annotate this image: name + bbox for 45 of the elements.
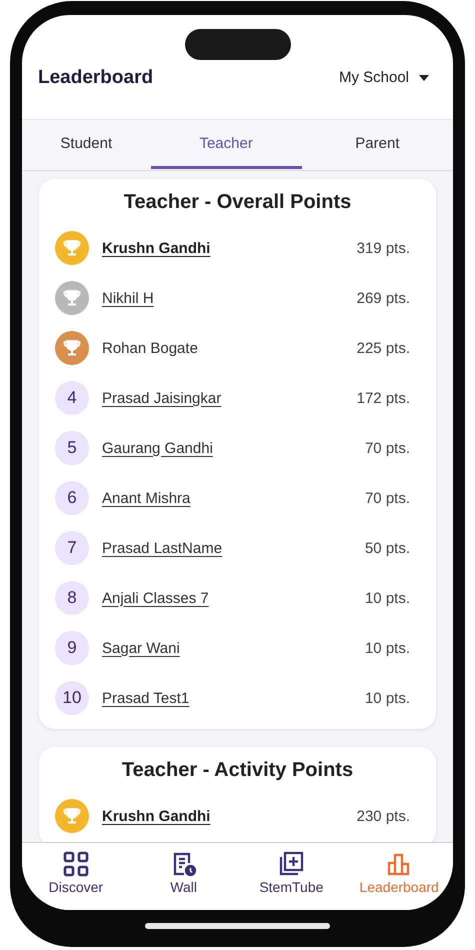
card-title: Teacher - Activity Points <box>120 758 354 783</box>
nav-tab[interactable]: StemTube <box>238 843 346 910</box>
points-label: 50 pts. <box>364 540 411 556</box>
trophy-icon <box>55 331 89 365</box>
caret-icon <box>419 74 429 80</box>
rank-number: 8 <box>55 581 89 615</box>
points-label: 10 pts. <box>364 690 411 706</box>
points-label: 10 pts. <box>364 590 411 606</box>
name-link[interactable]: Gaurang Gandhi <box>102 440 213 456</box>
trophy-icon <box>55 231 89 265</box>
school-dropdown[interactable]: My School <box>338 67 429 88</box>
points-label: 70 pts. <box>364 490 411 506</box>
rank-number: 4 <box>55 381 89 415</box>
nav-tab[interactable]: Wall <box>130 843 238 910</box>
rank-number: 7 <box>55 531 89 565</box>
role-tab[interactable]: Student <box>22 120 151 169</box>
name-link[interactable]: Prasad Test1 <box>102 690 190 706</box>
name-link[interactable]: Nikhil H <box>102 290 154 306</box>
add-media-icon <box>278 851 304 877</box>
points-label: 225 pts. <box>356 340 411 356</box>
trophy-icon <box>55 799 89 833</box>
page-title: Leaderboard <box>38 67 154 89</box>
rank-number: 6 <box>55 481 89 515</box>
name-link[interactable]: Krushn Gandhi <box>102 240 210 256</box>
name-label: Rohan Bogate <box>102 340 198 356</box>
grid-icon <box>62 851 89 877</box>
trophy-icon <box>55 281 89 315</box>
points-label: 172 pts. <box>356 390 411 406</box>
name-link[interactable]: Anjali Classes 7 <box>102 590 209 606</box>
points-label: 230 pts. <box>356 808 411 824</box>
name-link[interactable]: Sagar Wani <box>102 640 180 656</box>
rank-number: 5 <box>55 431 89 465</box>
rank-number: 9 <box>55 631 89 665</box>
points-label: 10 pts. <box>364 640 411 656</box>
rank-number: 10 <box>55 681 89 715</box>
name-link[interactable]: Prasad Jaisingkar <box>102 390 222 406</box>
points-label: 319 pts. <box>356 240 411 256</box>
points-label: 269 pts. <box>356 290 411 306</box>
name-link[interactable]: Anant Mishra <box>102 490 190 506</box>
points-label: 70 pts. <box>364 440 411 456</box>
card-title: Teacher - Overall Points <box>122 190 352 215</box>
role-tab[interactable]: Parent <box>302 120 453 169</box>
name-link[interactable]: Prasad LastName <box>102 540 222 556</box>
nav-tab[interactable]: Discover <box>22 843 130 910</box>
name-link[interactable]: Krushn Gandhi <box>102 808 210 824</box>
